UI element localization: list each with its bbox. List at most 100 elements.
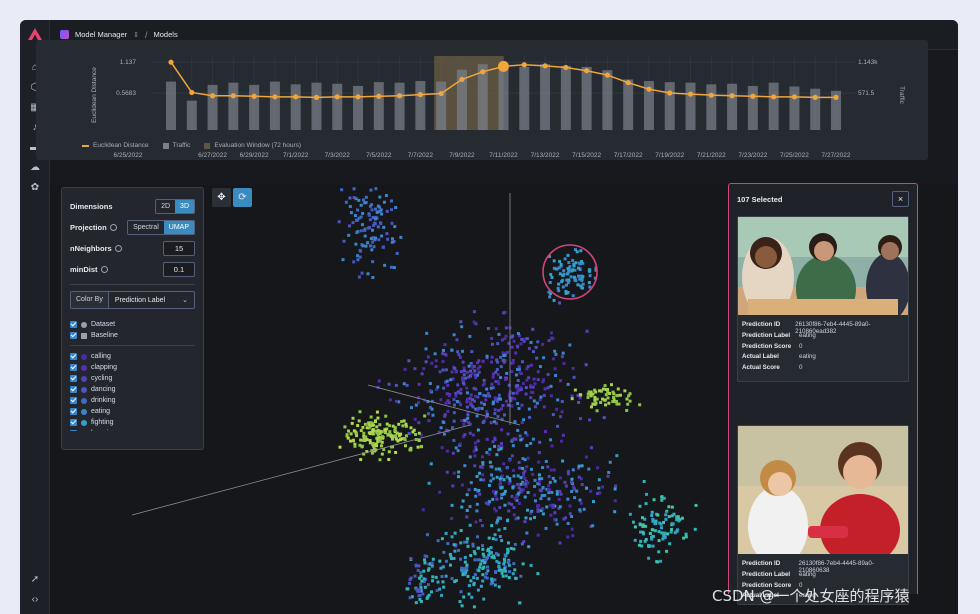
class-checkbox[interactable]: cycling [70,373,195,384]
embedding-point[interactable] [360,271,364,275]
embedding-point[interactable] [439,426,443,430]
embedding-point[interactable] [487,483,491,487]
embedding-point[interactable] [585,486,589,490]
embedding-point[interactable] [562,362,566,366]
close-icon[interactable]: × [892,191,909,207]
distance-point[interactable] [708,92,714,98]
embedding-point[interactable] [385,209,389,213]
embedding-point[interactable] [485,437,489,441]
embedding-point[interactable] [376,225,380,229]
embedding-point[interactable] [570,490,574,494]
embedding-point[interactable] [486,327,490,331]
distance-point[interactable] [771,94,777,100]
embedding-point[interactable] [502,492,506,496]
embedding-point[interactable] [570,527,574,531]
embedding-point[interactable] [390,237,394,241]
embedding-point[interactable] [593,398,597,402]
embedding-point[interactable] [560,410,564,414]
embedding-point[interactable] [378,221,382,225]
embedding-point[interactable] [357,198,361,202]
embedding-point[interactable] [436,385,440,389]
embedding-point[interactable] [626,402,630,406]
embedding-point[interactable] [533,493,537,497]
embedding-point[interactable] [464,376,468,380]
embedding-point[interactable] [522,482,526,486]
embedding-point[interactable] [408,578,412,582]
embedding-point[interactable] [430,361,434,365]
embedding-point[interactable] [373,217,377,221]
embedding-point[interactable] [482,382,486,386]
embedding-point[interactable] [350,421,354,425]
embedding-point[interactable] [529,563,533,567]
distance-point[interactable] [729,93,735,99]
embedding-point[interactable] [413,574,417,578]
embedding-point[interactable] [461,381,465,385]
embedding-point[interactable] [485,576,489,580]
embedding-point[interactable] [545,505,549,509]
embedding-point[interactable] [566,253,570,257]
embedding-point[interactable] [472,386,476,390]
embedding-point[interactable] [651,544,655,548]
embedding-point[interactable] [653,529,657,533]
embedding-point[interactable] [519,388,523,392]
embedding-point[interactable] [370,248,374,252]
embedding-point[interactable] [448,552,452,556]
embedding-point[interactable] [580,260,584,264]
embedding-point[interactable] [381,245,385,249]
embedding-point[interactable] [693,527,697,531]
embedding-point[interactable] [473,573,477,577]
embedding-point[interactable] [503,503,507,507]
embedding-point[interactable] [489,421,493,425]
embedding-point[interactable] [364,195,368,199]
embedding-point[interactable] [423,414,427,418]
embedding-point[interactable] [589,392,593,396]
embedding-point[interactable] [506,518,510,522]
embedding-point[interactable] [489,479,493,483]
embedding-point[interactable] [459,403,463,407]
embedding-point[interactable] [543,387,547,391]
embedding-point[interactable] [564,516,568,520]
embedding-point[interactable] [467,488,471,492]
embedding-point[interactable] [464,571,468,575]
embedding-point[interactable] [667,515,671,519]
embedding-point[interactable] [436,580,440,584]
embedding-point[interactable] [533,405,537,409]
embedding-point[interactable] [523,495,527,499]
embedding-point[interactable] [648,544,652,548]
embedding-point[interactable] [444,368,448,372]
embedding-point[interactable] [576,274,580,278]
embedding-point[interactable] [694,503,698,507]
embedding-point[interactable] [456,449,460,453]
embedding-point[interactable] [577,475,581,479]
embedding-point[interactable] [645,492,649,496]
embedding-point[interactable] [376,429,380,433]
embedding-point[interactable] [472,310,476,314]
distance-point[interactable] [542,63,548,69]
embedding-point[interactable] [643,524,647,528]
embedding-point[interactable] [604,403,608,407]
embedding-point[interactable] [462,366,466,370]
embedding-point[interactable] [478,365,482,369]
embedding-point[interactable] [470,403,474,407]
embedding-point[interactable] [575,250,579,254]
embedding-point[interactable] [515,384,519,388]
embedding-point[interactable] [663,535,667,539]
embedding-point[interactable] [467,364,471,368]
embedding-point[interactable] [512,505,516,509]
embedding-point[interactable] [494,398,498,402]
embedding-point[interactable] [633,525,637,529]
embedding-point[interactable] [429,462,433,466]
embedding-point[interactable] [476,428,480,432]
embedding-point[interactable] [399,235,403,239]
embedding-point[interactable] [361,244,365,248]
embedding-point[interactable] [516,379,520,383]
embedding-point[interactable] [361,198,365,202]
embedding-point[interactable] [481,473,485,477]
embedding-point[interactable] [536,533,540,537]
embedding-point[interactable] [360,223,364,227]
class-checkbox[interactable]: clapping [70,362,195,373]
embedding-point[interactable] [518,601,522,605]
embedding-point[interactable] [466,574,470,578]
embedding-point[interactable] [510,345,514,349]
embedding-point[interactable] [506,432,510,436]
